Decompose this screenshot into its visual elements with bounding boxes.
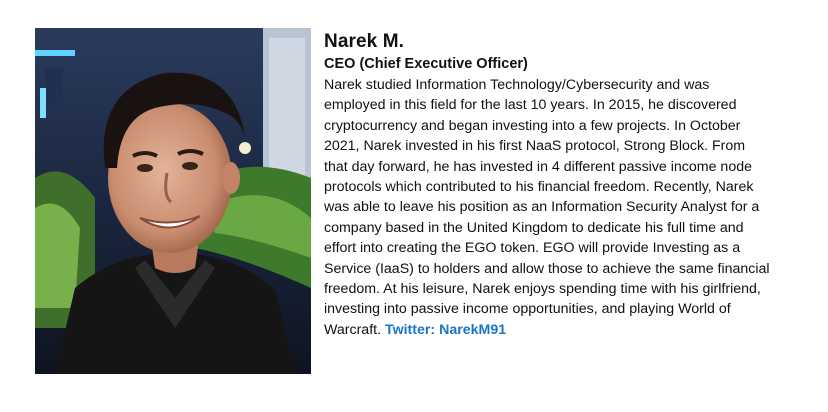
member-bio: Narek studied Information Technology/Cyb… [324,75,770,340]
member-title: CEO (Chief Executive Officer) [324,56,528,72]
member-name: Narek M. [324,31,405,52]
team-member-card: Narek M. CEO (Chief Executive Officer) N… [0,0,828,412]
bio-panel: Narek M. CEO (Chief Executive Officer) N… [324,30,770,340]
twitter-link[interactable]: Twitter: NarekM91 [385,322,506,338]
portrait-illustration [35,28,311,374]
bio-text: Narek studied Information Technology/Cyb… [324,77,770,338]
profile-photo [35,28,311,374]
